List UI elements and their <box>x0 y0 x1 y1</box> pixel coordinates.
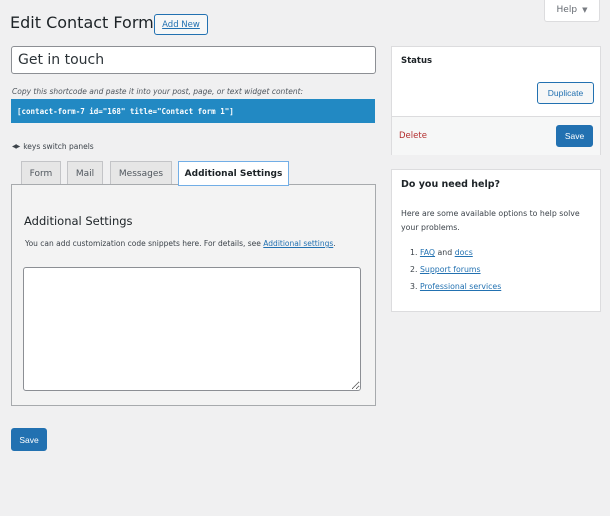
duplicate-button[interactable]: Duplicate <box>537 82 594 104</box>
additional-settings-textarea[interactable] <box>23 267 361 391</box>
list-number: 1. <box>410 248 418 257</box>
help-list: 1. FAQ and docs 2. Support forums 3. Pro… <box>410 246 501 297</box>
additional-settings-panel: Additional Settings You can add customiz… <box>11 184 376 406</box>
arrow-keys-icon: ◀▶ <box>12 143 20 150</box>
status-title: Status <box>401 56 433 66</box>
help-list-item: 3. Professional services <box>410 280 501 297</box>
tab-mail[interactable]: Mail <box>67 161 103 185</box>
caret-down-icon: ▼ <box>582 5 588 14</box>
keys-hint-text: keys switch panels <box>23 142 94 151</box>
add-new-button[interactable]: Add New <box>154 14 208 35</box>
panel-desc-end: . <box>333 239 336 248</box>
page-title: Edit Contact Form <box>10 13 154 32</box>
panel-title: Additional Settings <box>24 214 133 228</box>
faq-link[interactable]: FAQ <box>420 248 435 257</box>
support-forums-link[interactable]: Support forums <box>420 265 481 274</box>
help-box: Do you need help? Here are some availabl… <box>391 169 601 312</box>
save-button-sidebar[interactable]: Save <box>556 125 593 147</box>
help-title: Do you need help? <box>401 179 501 190</box>
tab-messages[interactable]: Messages <box>110 161 172 185</box>
list-number: 3. <box>410 282 418 291</box>
status-footer: Delete Save <box>392 116 600 155</box>
help-list-item: 2. Support forums <box>410 263 501 280</box>
additional-settings-link[interactable]: Additional settings <box>263 239 333 248</box>
list-text: and <box>435 248 455 257</box>
help-description: Here are some available options to help … <box>401 209 580 232</box>
tab-form[interactable]: Form <box>21 161 61 185</box>
list-number: 2. <box>410 265 418 274</box>
status-box: Status Duplicate Delete Save <box>391 46 601 155</box>
delete-link[interactable]: Delete <box>399 131 427 141</box>
help-label: Help <box>556 4 578 15</box>
docs-link[interactable]: docs <box>455 248 473 257</box>
form-title-input[interactable] <box>11 46 376 74</box>
keys-hint: ◀▶ keys switch panels <box>12 142 94 151</box>
save-button-bottom[interactable]: Save <box>11 428 47 451</box>
shortcode-field[interactable]: [contact-form-7 id="168" title="Contact … <box>11 99 375 123</box>
panel-description: You can add customization code snippets … <box>25 237 355 251</box>
help-list-item: 1. FAQ and docs <box>410 246 501 263</box>
help-tab-button[interactable]: Help ▼ <box>544 0 600 22</box>
professional-services-link[interactable]: Professional services <box>420 282 501 291</box>
tab-additional-settings[interactable]: Additional Settings <box>178 161 289 186</box>
shortcode-hint: Copy this shortcode and paste it into yo… <box>12 87 304 96</box>
panel-desc-text: You can add customization code snippets … <box>25 239 264 248</box>
